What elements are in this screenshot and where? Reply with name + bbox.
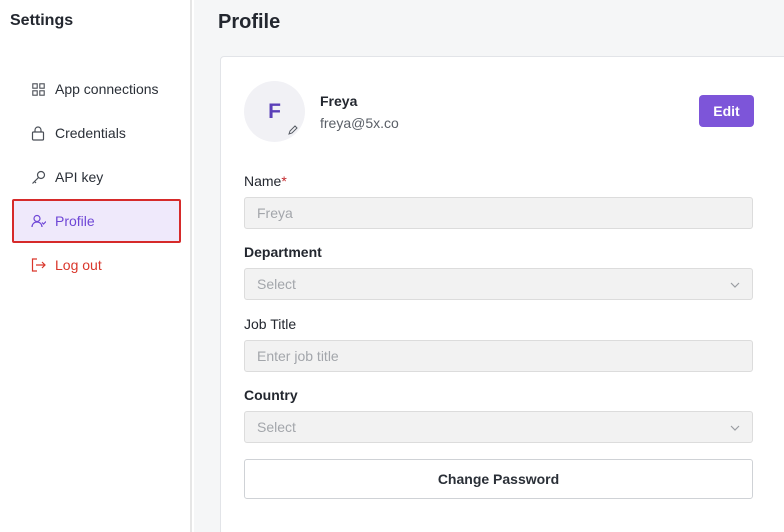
sidebar-item-api-key[interactable]: API key — [12, 155, 181, 199]
sidebar-item-label: Credentials — [55, 125, 126, 141]
name-field[interactable]: Freya — [244, 197, 753, 229]
sidebar-title: Settings — [10, 12, 74, 29]
sidebar: Settings App connections Credentials API… — [0, 0, 192, 532]
job-title-input[interactable]: Enter job title — [244, 340, 753, 372]
required-mark: * — [281, 173, 287, 189]
department-label: Department — [244, 244, 322, 260]
country-select[interactable]: Select — [244, 411, 753, 443]
sidebar-item-credentials[interactable]: Credentials — [12, 111, 181, 155]
user-email: freya@5x.co — [320, 115, 399, 131]
main-content: Profile F Freya freya@5x.co Edit Name* F… — [194, 0, 784, 532]
logout-icon — [30, 257, 46, 273]
avatar[interactable]: F — [244, 81, 305, 142]
sidebar-nav: App connections Credentials API key Prof… — [12, 67, 181, 287]
sidebar-item-label: App connections — [55, 81, 159, 97]
sidebar-item-label: Profile — [55, 213, 95, 229]
avatar-initial: F — [268, 99, 281, 123]
country-placeholder: Select — [257, 419, 296, 435]
key-icon — [30, 169, 46, 185]
department-select[interactable]: Select — [244, 268, 753, 300]
user-icon — [30, 213, 46, 229]
profile-card: F Freya freya@5x.co Edit Name* Freya Dep… — [220, 56, 784, 532]
chevron-down-icon — [728, 421, 742, 435]
sidebar-item-profile[interactable]: Profile — [12, 199, 181, 243]
job-title-placeholder: Enter job title — [257, 348, 339, 364]
chevron-down-icon — [728, 278, 742, 292]
country-label: Country — [244, 387, 298, 403]
sidebar-item-label: API key — [55, 169, 104, 185]
sidebar-item-app-connections[interactable]: App connections — [12, 67, 181, 111]
sidebar-item-label: Log out — [55, 257, 102, 273]
user-name: Freya — [320, 93, 358, 109]
job-title-label: Job Title — [244, 316, 297, 332]
edit-button[interactable]: Edit — [699, 95, 754, 127]
grid-icon — [30, 81, 46, 97]
name-label-text: Name — [244, 173, 282, 189]
change-password-button[interactable]: Change Password — [244, 459, 753, 499]
department-placeholder: Select — [257, 276, 296, 292]
sidebar-item-logout[interactable]: Log out — [12, 243, 181, 287]
page-title: Profile — [218, 11, 281, 33]
name-label: Name* — [244, 173, 287, 189]
pencil-icon[interactable] — [287, 124, 299, 136]
lock-icon — [30, 125, 46, 141]
name-field-value: Freya — [257, 205, 293, 221]
